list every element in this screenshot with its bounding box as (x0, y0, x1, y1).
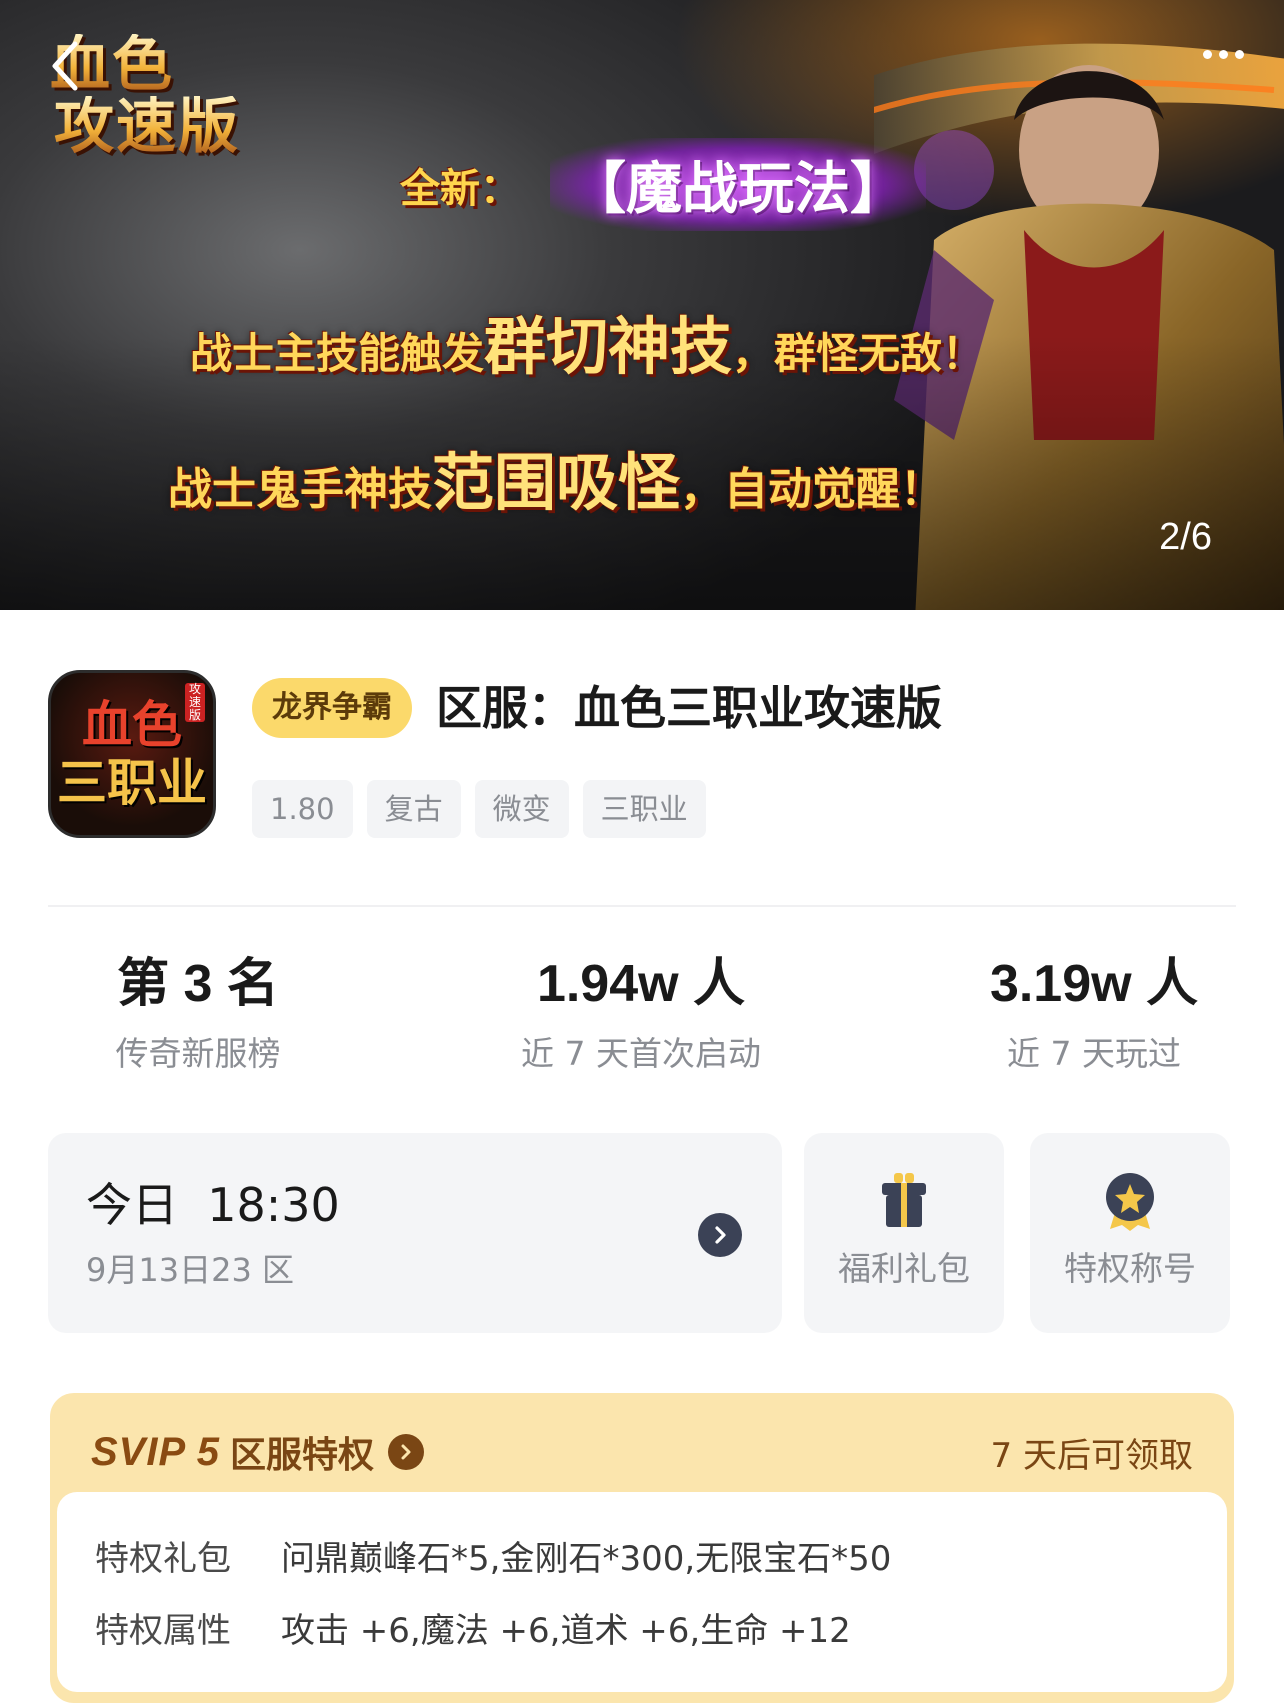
back-button[interactable] (44, 36, 84, 96)
svip-title: 区服特权 (230, 1435, 375, 1476)
stat-played: 3.19w 人 近 7 天玩过 (974, 952, 1214, 1076)
dot-icon (1235, 50, 1244, 59)
promo2-part-c: ，自动觉醒！ (680, 464, 945, 515)
server-name: 9月13日23 区 (86, 1251, 294, 1289)
stat-label: 近 7 天玩过 (1007, 1034, 1181, 1073)
promo2-part-b: 范围吸怪 (432, 446, 681, 519)
svip-row-value: 问鼎巅峰石*5,金刚石*300,无限宝石*50 (281, 1539, 892, 1579)
game-detail-page: 血色 攻速版 全新： 【魔战玩法】 战士主技能触发群切神技，群怪无敌！ 战士鬼手… (0, 0, 1284, 1707)
svip-row-key: 特权礼包 (95, 1539, 231, 1579)
tag-chip[interactable]: 复古 (366, 780, 461, 838)
game-tags: 1.80 复古 微变 三职业 (252, 780, 706, 838)
server-open-time: 今日 18:30 (86, 1178, 340, 1232)
svip-row-gift: 特权礼包 问鼎巅峰石*5,金刚石*300,无限宝石*50 (95, 1536, 891, 1582)
svip-header[interactable]: SVIP 5 区服特权 (91, 1426, 425, 1478)
promo1-part-b: 群切神技 (484, 310, 733, 383)
tag-chip[interactable]: 三职业 (582, 780, 706, 838)
icon-line-2: 三职业 (57, 753, 207, 812)
stat-label: 近 7 天首次启动 (521, 1034, 761, 1073)
more-options-button[interactable] (1203, 50, 1244, 59)
promo1-part-c: ，群怪无敌！ (732, 329, 985, 378)
svip-row-key: 特权属性 (95, 1611, 231, 1651)
promo1-part-a: 战士主技能触发 (190, 329, 485, 378)
stat-label: 传奇新服榜 (115, 1034, 281, 1073)
welfare-gift-label: 福利礼包 (838, 1249, 970, 1288)
chevron-left-icon (52, 41, 78, 91)
headline-prefix: 全新： (400, 165, 520, 212)
logo-line-2: 攻速版 (54, 92, 240, 162)
welfare-gift-button[interactable]: 福利礼包 (804, 1133, 1004, 1333)
promo-line-1: 战士主技能触发群切神技，群怪无敌！ (190, 296, 984, 386)
stat-first-launch: 1.94w 人 近 7 天首次启动 (500, 952, 782, 1076)
game-app-icon: 攻速版 血色 三职业 (48, 670, 216, 838)
chevron-right-icon[interactable] (388, 1434, 425, 1470)
stat-rank[interactable]: 第 3 名 传奇新服榜 (88, 952, 308, 1076)
tag-chip[interactable]: 1.80 (252, 780, 353, 838)
promo2-part-a: 战士鬼手神技 (168, 464, 432, 515)
gift-icon (882, 1173, 926, 1227)
banner-page-indicator: 2/6 (1159, 516, 1212, 558)
section-divider (48, 905, 1236, 907)
star-medal-icon (1106, 1173, 1154, 1231)
server-group-badge: 龙界争霸 (252, 678, 412, 738)
chevron-right-icon[interactable] (698, 1213, 742, 1257)
svip-level-logo: SVIP 5 (91, 1429, 221, 1474)
icon-edition-tag: 攻速版 (185, 683, 205, 722)
headline-main: 【魔战玩法】 (550, 138, 926, 231)
svip-row-value: 攻击 +6,魔法 +6,道术 +6,生命 +12 (281, 1611, 851, 1651)
chevron-right-glyph (715, 1226, 726, 1244)
promo-line-2: 战士鬼手神技范围吸怪，自动觉醒！ (168, 432, 944, 522)
stat-value: 1.94w 人 (536, 955, 746, 1013)
promo-banner[interactable]: 血色 攻速版 全新： 【魔战玩法】 战士主技能触发群切神技，群怪无敌！ 战士鬼手… (0, 0, 1284, 610)
stat-value: 3.19w 人 (989, 955, 1199, 1013)
privilege-title-label: 特权称号 (1064, 1249, 1196, 1288)
svip-privilege-box: SVIP 5 区服特权 7 天后可领取 特权礼包 问鼎巅峰石*5,金刚石*300… (50, 1393, 1234, 1703)
stat-value: 第 3 名 (117, 955, 279, 1013)
banner-headline: 全新： 【魔战玩法】 (400, 138, 926, 231)
chevron-right-glyph (401, 1444, 411, 1460)
dot-icon (1219, 50, 1228, 59)
privilege-title-button[interactable]: 特权称号 (1030, 1133, 1230, 1333)
dot-icon (1203, 50, 1212, 59)
svip-claim-status: 7 天后可领取 (990, 1436, 1193, 1476)
icon-line-1: 血色 (82, 695, 182, 754)
svip-details: 特权礼包 问鼎巅峰石*5,金刚石*300,无限宝石*50 特权属性 攻击 +6,… (57, 1492, 1227, 1692)
svip-row-attributes: 特权属性 攻击 +6,魔法 +6,道术 +6,生命 +12 (95, 1608, 851, 1654)
tag-chip[interactable]: 微变 (474, 780, 569, 838)
game-title: 区服：血色三职业攻速版 (436, 681, 942, 735)
server-open-card[interactable]: 今日 18:30 9月13日23 区 (48, 1133, 782, 1333)
